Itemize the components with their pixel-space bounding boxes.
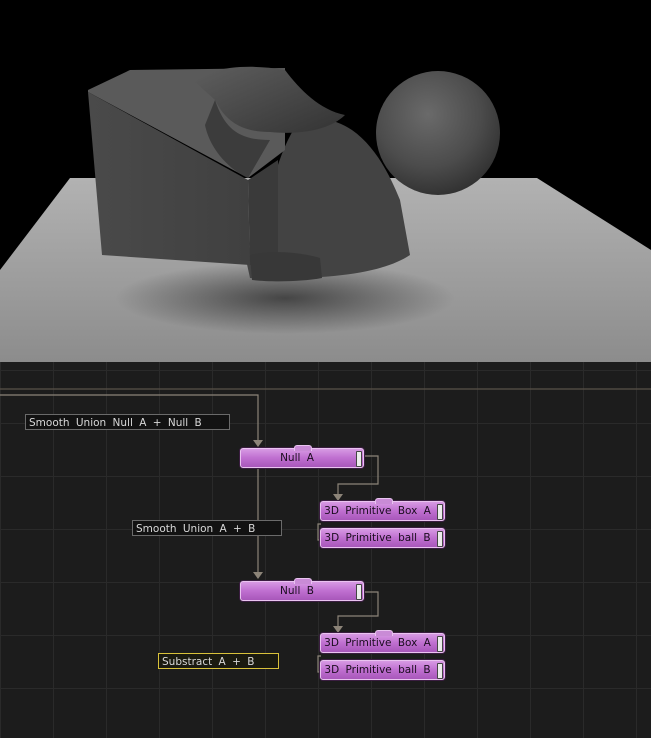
comment-smooth-union-null[interactable]: Smooth Union Null A + Null B — [25, 414, 230, 430]
comment-substract[interactable]: Substract A + B — [158, 653, 279, 669]
node-label: Null A — [280, 452, 314, 464]
output-handle[interactable] — [437, 663, 443, 679]
output-handle[interactable] — [356, 584, 362, 600]
node-graph-panel[interactable]: Smooth Union Null A + Null B Smooth Unio… — [0, 362, 651, 738]
node-label: 3D Primitive Box A — [324, 637, 431, 649]
input-port[interactable] — [374, 498, 393, 504]
input-port[interactable] — [294, 445, 312, 451]
sphere-shape — [376, 71, 500, 195]
input-port[interactable] — [374, 630, 393, 636]
output-handle[interactable] — [356, 451, 362, 467]
output-handle[interactable] — [437, 504, 443, 520]
output-handle[interactable] — [437, 531, 443, 547]
rendered-scene — [0, 0, 651, 362]
output-handle[interactable] — [437, 636, 443, 652]
node-label: 3D Primitive Box A — [324, 505, 431, 517]
node-null-b[interactable]: Null B — [240, 578, 364, 601]
node-label: Null B — [280, 585, 314, 597]
node-ball-b-2[interactable]: 3D Primitive ball B — [320, 660, 445, 680]
node-box-a-2[interactable]: 3D Primitive Box A — [320, 630, 445, 653]
node-null-a[interactable]: Null A — [240, 445, 364, 468]
node-box-a-1[interactable]: 3D Primitive Box A — [320, 498, 445, 521]
node-label: 3D Primitive ball B — [324, 532, 431, 544]
node-ball-b-1[interactable]: 3D Primitive ball B — [320, 528, 445, 548]
render-viewport[interactable] — [0, 0, 651, 362]
node-label: 3D Primitive ball B — [324, 664, 431, 676]
comment-smooth-union[interactable]: Smooth Union A + B — [132, 520, 282, 536]
input-port[interactable] — [294, 578, 312, 584]
